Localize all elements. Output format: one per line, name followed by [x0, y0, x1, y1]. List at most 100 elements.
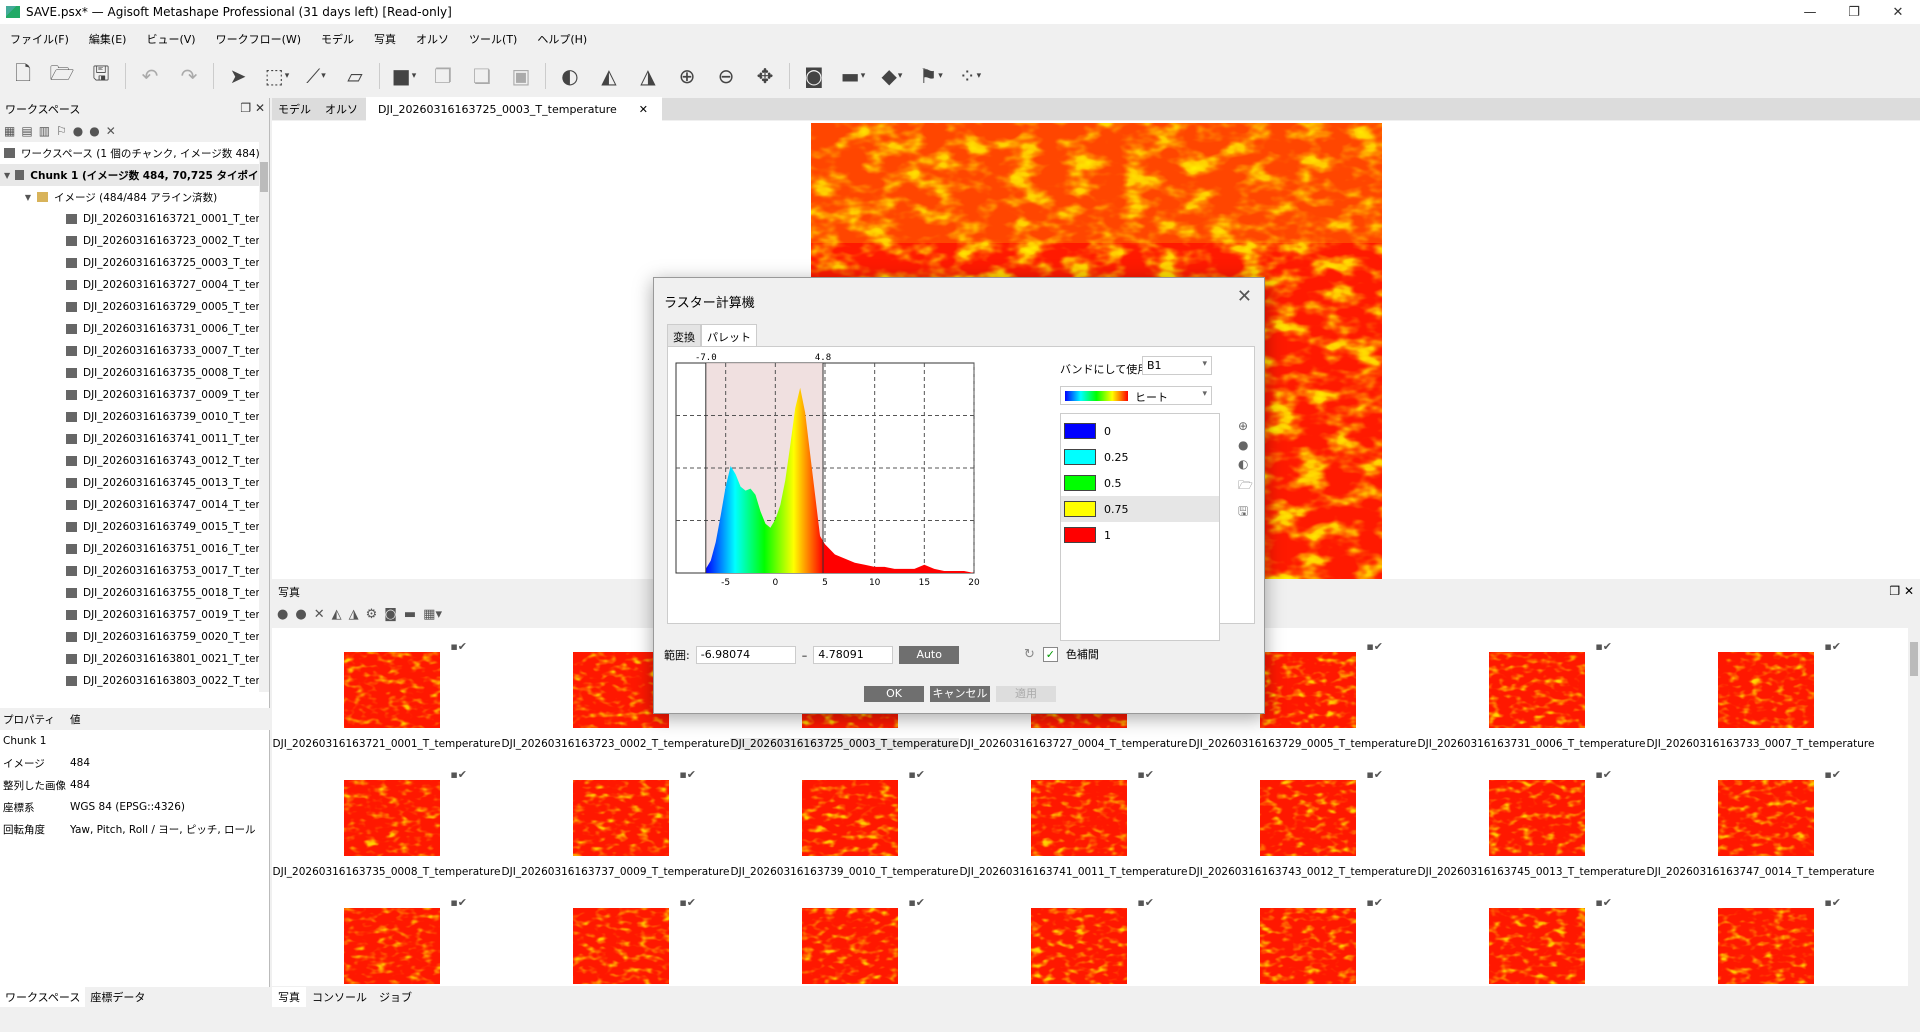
- zoom-out-icon[interactable]: ⊖: [711, 62, 741, 90]
- tab-photos[interactable]: 写真: [272, 987, 306, 1007]
- rotate-left-icon[interactable]: ◭: [332, 607, 342, 622]
- ruler-icon[interactable]: ⟋: [301, 62, 331, 90]
- add-stop-icon[interactable]: ⊕: [1238, 419, 1253, 433]
- copy-icon[interactable]: ▣: [506, 62, 536, 90]
- eraser-icon[interactable]: ▬: [838, 62, 868, 90]
- color-stop[interactable]: 1: [1061, 522, 1219, 548]
- photos-scrollbar[interactable]: [1908, 628, 1920, 986]
- add-folder-icon[interactable]: ▥: [39, 124, 50, 138]
- minimize-button[interactable]: —: [1788, 0, 1832, 24]
- color-swatch[interactable]: [1064, 527, 1096, 543]
- marker-icon[interactable]: ⚑: [916, 62, 946, 90]
- photo-thumbnail-item[interactable]: ▪✔ DJI_20260316163733_0007_T_temperature: [1646, 628, 1875, 754]
- add-photos-icon[interactable]: ▤: [21, 124, 32, 138]
- move-icon[interactable]: ✥: [750, 62, 780, 90]
- photo-thumbnail-item[interactable]: ▪✔: [1188, 884, 1417, 986]
- tree-scrollbar[interactable]: [259, 142, 269, 692]
- tree-chunk[interactable]: ▼ Chunk 1 (イメージ数 484, 70,725 タイポイン: [0, 164, 269, 186]
- menu-model[interactable]: モデル: [311, 31, 364, 47]
- tree-image-item[interactable]: DJI_20260316163743_0012_T_tem: [0, 450, 269, 472]
- tree-image-item[interactable]: DJI_20260316163757_0019_T_tem: [0, 604, 269, 626]
- tab-model[interactable]: モデル: [272, 98, 317, 120]
- shape-icon[interactable]: ▱: [340, 62, 370, 90]
- tab-console[interactable]: コンソール: [306, 987, 373, 1007]
- hide-icon[interactable]: ▬: [404, 607, 416, 622]
- split-icon[interactable]: ❏: [467, 62, 497, 90]
- photo-thumbnail-item[interactable]: ▪✔ DJI_20260316163731_0006_T_temperature: [1417, 628, 1646, 754]
- photo-thumbnail-item[interactable]: ▪✔ DJI_20260316163737_0009_T_temperature: [501, 756, 730, 882]
- delete-icon[interactable]: ✕: [314, 607, 325, 622]
- zoom-in-icon[interactable]: ⊕: [672, 62, 702, 90]
- tree-image-item[interactable]: DJI_20260316163723_0002_T_tem: [0, 230, 269, 252]
- point-icon[interactable]: ◙: [799, 62, 829, 90]
- photo-thumbnail-item[interactable]: ▪✔ DJI_20260316163721_0001_T_temperature: [272, 628, 501, 754]
- tab-photo[interactable]: DJI_20260316163725_0003_T_temperature ✕: [366, 96, 663, 122]
- collapse-icon[interactable]: ▼: [2, 171, 12, 180]
- flag-icon[interactable]: ⚐: [56, 124, 67, 138]
- view-mode-icon[interactable]: ▦▾: [423, 607, 442, 622]
- photo-thumbnail-item[interactable]: ▪✔ DJI_20260316163747_0014_T_temperature: [1646, 756, 1875, 882]
- tree-image-item[interactable]: DJI_20260316163731_0006_T_tem: [0, 318, 269, 340]
- color-swatch[interactable]: [1064, 501, 1096, 517]
- tree-image-item[interactable]: DJI_20260316163725_0003_T_tem: [0, 252, 269, 274]
- tree-image-item[interactable]: DJI_20260316163747_0014_T_tem: [0, 494, 269, 516]
- tree-image-item[interactable]: DJI_20260316163739_0010_T_tem: [0, 406, 269, 428]
- menu-tools[interactable]: ツール(T): [459, 31, 527, 47]
- photo-thumbnail-item[interactable]: ▪✔: [1417, 884, 1646, 986]
- add-chunk-icon[interactable]: ▦: [4, 124, 15, 138]
- open-icon[interactable]: 🗁: [47, 61, 77, 90]
- photo-thumbnail-item[interactable]: ▪✔: [730, 884, 959, 986]
- close-panel-icon[interactable]: ✕: [255, 101, 265, 115]
- histogram-chart[interactable]: -7.0 4.8 -5 0 5 10 15 20: [668, 347, 1048, 623]
- color-swatch[interactable]: [1064, 475, 1096, 491]
- auto-button[interactable]: Auto: [899, 646, 960, 664]
- palette-select[interactable]: ヒート: [1060, 386, 1212, 405]
- color-stop[interactable]: 0.75: [1061, 496, 1219, 522]
- ok-button[interactable]: OK: [864, 686, 924, 702]
- select-icon[interactable]: ➤: [223, 62, 253, 90]
- tree-image-item[interactable]: DJI_20260316163803_0022_T_tem: [0, 670, 269, 692]
- merge-icon[interactable]: ❐: [428, 62, 458, 90]
- tree-image-item[interactable]: DJI_20260316163759_0020_T_tem: [0, 626, 269, 648]
- tree-image-item[interactable]: DJI_20260316163741_0011_T_tem: [0, 428, 269, 450]
- photo-thumbnail-item[interactable]: ▪✔: [959, 884, 1188, 986]
- redo-icon[interactable]: ↷: [174, 62, 204, 90]
- close-tab-icon[interactable]: ✕: [633, 100, 654, 119]
- menu-file[interactable]: ファイル(F): [0, 31, 79, 47]
- tree-image-item[interactable]: DJI_20260316163735_0008_T_tem: [0, 362, 269, 384]
- cancel-button[interactable]: キャンセル: [930, 686, 990, 702]
- apply-button[interactable]: 適用: [996, 686, 1056, 702]
- contrast-icon[interactable]: ◐: [555, 62, 585, 90]
- remove-icon[interactable]: ●: [89, 124, 99, 138]
- photo-thumbnail-item[interactable]: ▪✔ DJI_20260316163741_0011_T_temperature: [959, 756, 1188, 882]
- stack-icon[interactable]: ■: [389, 62, 419, 90]
- remove-icon[interactable]: ●: [295, 607, 306, 622]
- tree-image-item[interactable]: DJI_20260316163801_0021_T_tem: [0, 648, 269, 670]
- menu-view[interactable]: ビュー(V): [136, 31, 205, 47]
- invert-palette-icon[interactable]: ◐: [1238, 457, 1253, 471]
- disable-icon[interactable]: ●: [277, 607, 288, 622]
- menu-edit[interactable]: 編集(E): [79, 31, 137, 47]
- grid-dots-icon[interactable]: ⁘: [955, 62, 985, 90]
- collapse-icon[interactable]: ▼: [22, 193, 34, 202]
- histogram-icon[interactable]: ◭: [594, 62, 624, 90]
- range-min-input[interactable]: -6.98074: [695, 646, 796, 664]
- close-button[interactable]: ✕: [1876, 0, 1920, 24]
- menu-help[interactable]: ヘルプ(H): [527, 31, 597, 47]
- tab-jobs[interactable]: ジョブ: [373, 987, 418, 1007]
- photo-thumbnail-item[interactable]: ▪✔: [1646, 884, 1875, 986]
- color-interp-checkbox[interactable]: ✓: [1042, 646, 1058, 662]
- tree-image-item[interactable]: DJI_20260316163729_0005_T_tem: [0, 296, 269, 318]
- tree-image-item[interactable]: DJI_20260316163721_0001_T_tem: [0, 208, 269, 230]
- tree-image-item[interactable]: DJI_20260316163749_0015_T_tem: [0, 516, 269, 538]
- photo-thumbnail-item[interactable]: ▪✔ DJI_20260316163743_0012_T_temperature: [1188, 756, 1417, 882]
- color-stop[interactable]: 0.5: [1061, 470, 1219, 496]
- reset-icon[interactable]: ↻: [1024, 647, 1035, 662]
- load-palette-icon[interactable]: 🗁: [1238, 476, 1253, 497]
- color-stop[interactable]: 0: [1061, 418, 1219, 444]
- tree-image-item[interactable]: DJI_20260316163737_0009_T_tem: [0, 384, 269, 406]
- diamond-icon[interactable]: ◆: [877, 62, 907, 90]
- maximize-button[interactable]: ❐: [1832, 0, 1876, 24]
- tree-image-item[interactable]: DJI_20260316163753_0017_T_tem: [0, 560, 269, 582]
- tree-image-item[interactable]: DJI_20260316163751_0016_T_tem: [0, 538, 269, 560]
